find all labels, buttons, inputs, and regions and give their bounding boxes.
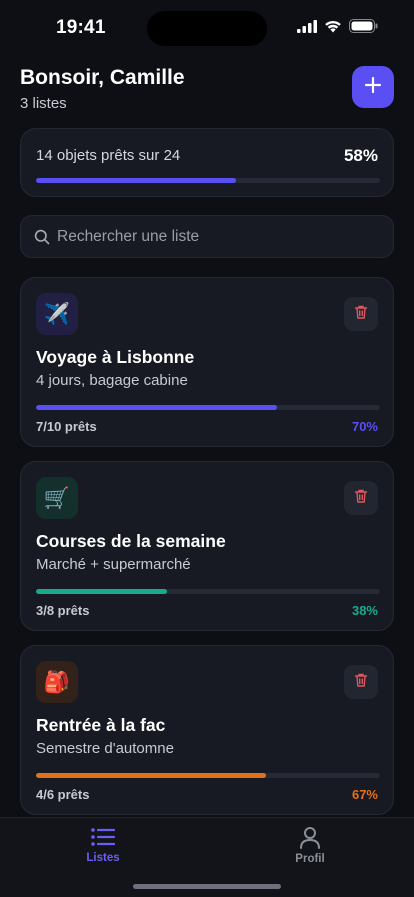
list-percent: 70% <box>351 419 378 434</box>
list-subtitle: 4 jours, bagage cabine <box>36 372 188 389</box>
list-icon <box>63 826 143 848</box>
header: Bonsoir, Camille 3 listes <box>20 66 394 116</box>
summary-percent: 58% <box>343 146 378 165</box>
tab-profil[interactable]: Profil <box>270 826 350 865</box>
backpack-icon: 🎒 <box>36 661 78 703</box>
cellular-signal-icon <box>297 19 317 33</box>
summary-progress-bar <box>36 178 380 183</box>
list-progress-fill <box>36 589 167 594</box>
status-bar: 19:41 <box>0 0 414 56</box>
airplane-icon: ✈️ <box>36 293 78 335</box>
list-progress-fill <box>36 405 277 410</box>
list-card[interactable]: 🛒 Courses de la semaine Marché + supermarc… <box>20 461 394 631</box>
card-emoji: 🛒 <box>43 486 71 510</box>
list-subtitle: Semestre d'automne <box>36 740 174 757</box>
delete-list-button[interactable] <box>344 665 378 699</box>
status-time: 19:41 <box>56 17 106 38</box>
summary-text: 14 objets prêts sur 24 <box>36 147 181 164</box>
list-card[interactable]: ✈️ Voyage à Lisbonne 4 jours, bagage cabin… <box>20 277 394 447</box>
trash-icon <box>353 488 369 509</box>
list-card[interactable]: 🎒 Rentrée à la fac Semestre d'automne 4/6 p… <box>20 645 394 815</box>
list-count: 3 listes <box>20 95 67 112</box>
shopping-cart-icon: 🛒 <box>36 477 78 519</box>
trash-icon <box>353 304 369 325</box>
summary-card: 14 objets prêts sur 24 58% <box>20 128 394 197</box>
dynamic-island <box>147 11 267 46</box>
trash-icon <box>353 672 369 693</box>
wifi-icon <box>324 20 342 33</box>
list-percent: 67% <box>351 787 378 802</box>
list-progress-fill <box>36 773 267 778</box>
add-list-button[interactable] <box>352 66 394 108</box>
search-box[interactable] <box>20 215 394 258</box>
tab-bar: Listes Profil <box>0 817 414 897</box>
battery-icon <box>349 19 378 33</box>
summary-progress-fill <box>36 178 236 183</box>
delete-list-button[interactable] <box>344 481 378 515</box>
search-icon <box>34 229 50 250</box>
list-progress-bar <box>36 773 380 778</box>
list-ready-count: 4/6 prêts <box>36 787 90 802</box>
card-emoji: 🎒 <box>43 670 71 694</box>
plus-icon <box>364 76 382 99</box>
search-input[interactable] <box>57 216 377 257</box>
tab-listes-label: Listes <box>86 852 120 864</box>
list-title: Courses de la semaine <box>36 531 226 551</box>
card-emoji: ✈️ <box>43 302 71 326</box>
home-indicator <box>133 884 281 889</box>
tab-profil-label: Profil <box>295 853 325 865</box>
status-icons <box>297 19 378 33</box>
tab-listes[interactable]: Listes <box>63 826 143 864</box>
list-progress-bar <box>36 405 380 410</box>
list-ready-count: 7/10 prêts <box>36 419 97 434</box>
list-progress-bar <box>36 589 380 594</box>
profile-icon <box>270 826 350 849</box>
list-subtitle: Marché + supermarché <box>36 556 191 573</box>
list-title: Rentrée à la fac <box>36 715 166 735</box>
list-percent: 38% <box>351 603 378 618</box>
greeting-title: Bonsoir, Camille <box>20 66 185 89</box>
list-ready-count: 3/8 prêts <box>36 603 90 618</box>
list-title: Voyage à Lisbonne <box>36 347 195 367</box>
delete-list-button[interactable] <box>344 297 378 331</box>
